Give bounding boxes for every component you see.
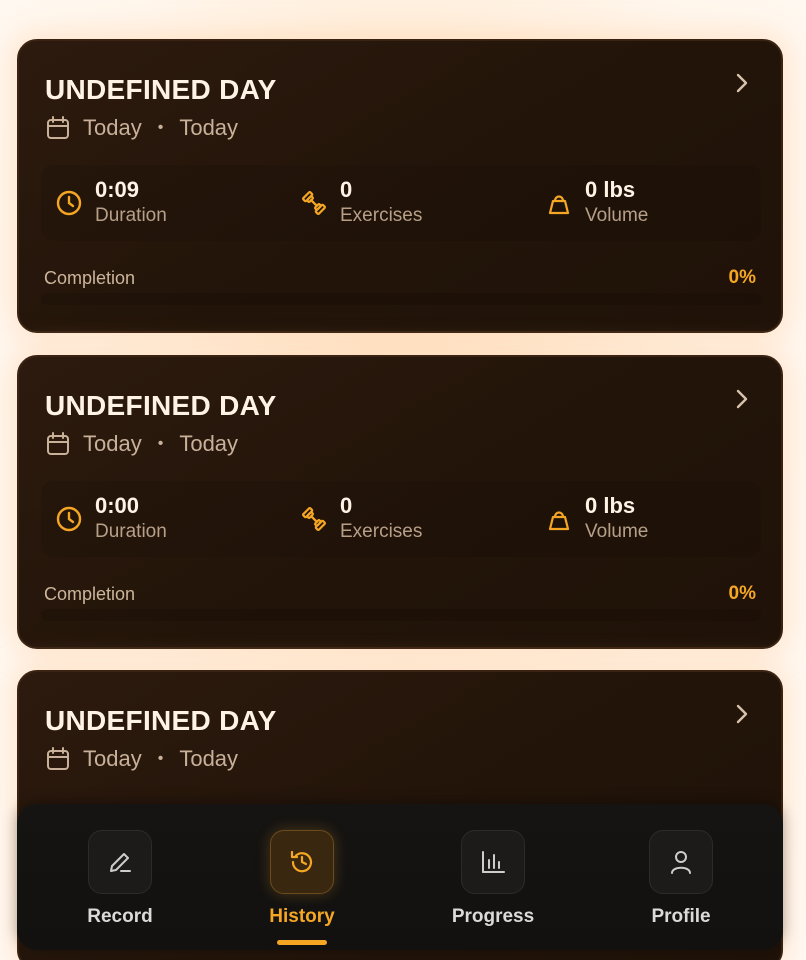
nav-record[interactable]: Record [65, 830, 175, 928]
nav-progress[interactable]: Progress [438, 830, 548, 928]
duration-stat: 0:00 Duration [55, 493, 167, 545]
nav-progress-label: Progress [451, 906, 535, 927]
nav-record-label: Record [87, 906, 153, 927]
volume-stat: 0 lbs Volume [545, 177, 648, 229]
completion-percent: 0% [728, 583, 756, 604]
weight-icon [548, 511, 570, 531]
exercises-value: 0 [340, 493, 353, 518]
workout-title: UNDEFINED DAY [45, 705, 277, 736]
dumbbell-icon [302, 507, 326, 531]
date-end: Today [179, 115, 239, 140]
date-start: Today [83, 115, 142, 140]
exercises-stat: 0 Exercises [300, 177, 422, 229]
nav-history[interactable]: History [247, 830, 357, 945]
completion-progress-bar [41, 609, 761, 621]
chevron-right-icon[interactable] [733, 702, 751, 726]
clock-icon [56, 190, 82, 216]
volume-value: 0 lbs [585, 177, 636, 202]
exercises-label: Exercises [340, 205, 423, 226]
workout-stats: 0:00 Duration 0 Exercises 0 lbs Volume [41, 481, 761, 557]
completion-label: Completion [44, 268, 136, 288]
workout-card[interactable]: UNDEFINED DAY Today • Today 0:09 Duratio… [17, 39, 783, 333]
duration-value: 0:09 [95, 177, 140, 202]
calendar-icon [47, 432, 69, 455]
chevron-right-icon[interactable] [733, 71, 751, 95]
nav-record-button[interactable] [88, 830, 152, 894]
exercises-label: Exercises [340, 521, 423, 542]
exercises-stat: 0 Exercises [300, 493, 422, 545]
workout-date: Today • Today [45, 746, 238, 772]
separator-dot: • [157, 750, 164, 767]
workout-date: Today • Today [45, 115, 238, 141]
workout-stats: 0:09 Duration 0 Exercises 0 lbs Volume [41, 165, 761, 241]
bottom-nav: Record History Progress Profile [17, 804, 783, 950]
chevron-right-icon[interactable] [733, 387, 751, 411]
date-start: Today [83, 431, 142, 456]
history-icon [290, 850, 313, 873]
volume-value: 0 lbs [585, 493, 636, 518]
nav-history-label: History [269, 906, 335, 927]
workout-date: Today • Today [45, 431, 238, 457]
weight-icon [548, 195, 570, 215]
completion-progress-bar [41, 293, 761, 305]
dumbbell-icon [302, 191, 326, 215]
duration-value: 0:00 [95, 493, 140, 518]
history-screen: UNDEFINED DAY Today • Today 0:09 Duratio… [0, 0, 806, 960]
nav-profile-label: Profile [651, 906, 711, 927]
clock-icon [56, 506, 82, 532]
nav-profile-button[interactable] [649, 830, 713, 894]
exercises-value: 0 [340, 177, 353, 202]
pencil-icon [110, 853, 131, 872]
volume-stat: 0 lbs Volume [545, 493, 648, 545]
workout-title: UNDEFINED DAY [45, 74, 277, 105]
date-end: Today [179, 746, 239, 771]
workout-card[interactable]: UNDEFINED DAY Today • Today 0:00 Duratio… [17, 355, 783, 649]
workout-title: UNDEFINED DAY [45, 390, 277, 421]
calendar-icon [47, 116, 69, 139]
nav-history-button[interactable] [270, 830, 334, 894]
completion-label: Completion [44, 584, 136, 604]
user-icon [671, 851, 691, 874]
volume-label: Volume [585, 521, 649, 542]
separator-dot: • [157, 435, 164, 452]
bar-chart-icon [482, 851, 505, 873]
calendar-icon [47, 747, 69, 770]
duration-label: Duration [95, 521, 167, 542]
nav-profile[interactable]: Profile [626, 830, 736, 928]
nav-progress-button[interactable] [461, 830, 525, 894]
active-tab-indicator [277, 940, 327, 945]
duration-stat: 0:09 Duration [55, 177, 167, 229]
separator-dot: • [157, 119, 164, 136]
completion-percent: 0% [728, 267, 756, 288]
duration-label: Duration [95, 205, 167, 226]
date-end: Today [179, 431, 239, 456]
volume-label: Volume [585, 205, 649, 226]
date-start: Today [83, 746, 142, 771]
